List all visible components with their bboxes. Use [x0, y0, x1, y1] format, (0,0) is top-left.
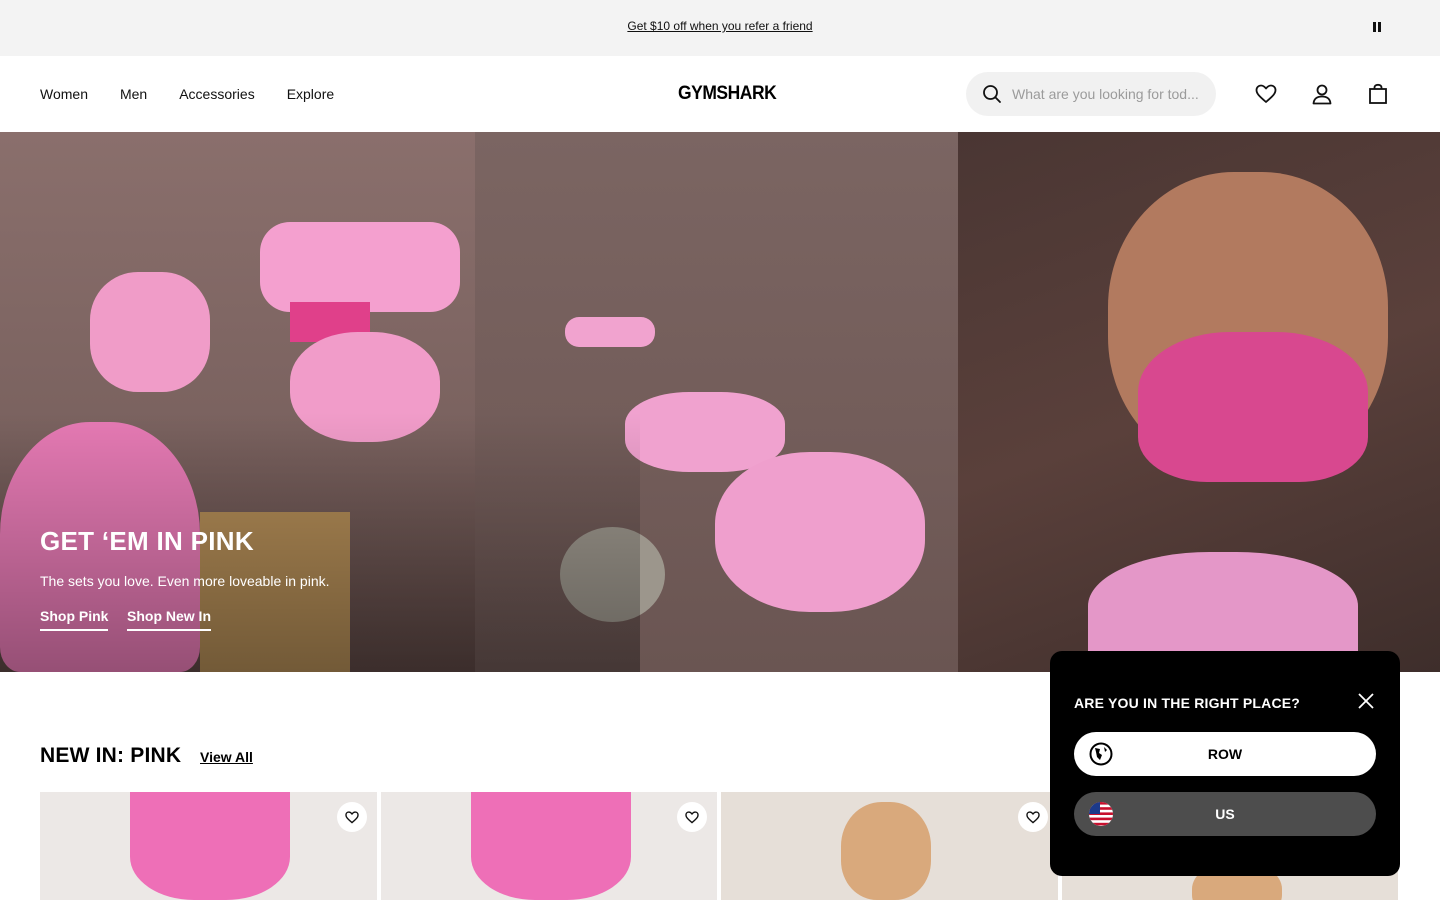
model3-shorts-shape	[715, 452, 925, 612]
product-image	[471, 792, 631, 900]
section-title: NEW IN: PINK	[40, 744, 182, 767]
model2-top-shape	[260, 222, 460, 312]
product-card[interactable]	[721, 792, 1058, 900]
hero-title: GET ‘EM IN PINK	[40, 526, 254, 556]
region-row-button[interactable]: ROW	[1074, 732, 1376, 776]
headband-shape	[565, 317, 655, 347]
product-card[interactable]	[40, 792, 377, 900]
model-top-shape	[90, 272, 210, 392]
wishlist-heart-icon[interactable]	[337, 802, 367, 832]
region-row-label: ROW	[1207, 746, 1243, 762]
region-popup: ARE YOU IN THE RIGHT PLACE? ROW US	[1050, 651, 1400, 876]
nav-item-women[interactable]: Women	[40, 86, 88, 102]
hero-banner[interactable]: GET ‘EM IN PINK The sets you love. Even …	[0, 132, 1440, 672]
search-icon	[983, 85, 1001, 103]
model3-bra-shape	[625, 392, 785, 472]
account-icon[interactable]	[1310, 82, 1334, 106]
search-bar[interactable]	[966, 72, 1216, 116]
nav-item-accessories[interactable]: Accessories	[179, 86, 254, 102]
refer-friend-link[interactable]: Get $10 off when you refer a friend	[627, 19, 812, 33]
us-flag-icon	[1089, 802, 1113, 826]
bag-icon[interactable]	[1366, 82, 1390, 106]
promo-bar: Get $10 off when you refer a friend	[0, 0, 1440, 56]
hero-image-right	[958, 132, 1440, 672]
product-card[interactable]	[381, 792, 717, 900]
region-us-label: US	[1215, 806, 1235, 822]
view-all-link[interactable]: View All	[200, 749, 253, 765]
product-image	[130, 792, 290, 900]
site-header: Women Men Accessories Explore GYMSHARK	[0, 56, 1440, 132]
pause-icon[interactable]	[1369, 19, 1385, 35]
nav-item-men[interactable]: Men	[120, 86, 147, 102]
region-us-button[interactable]: US	[1074, 792, 1376, 836]
nav-item-explore[interactable]: Explore	[287, 86, 334, 102]
shop-new-in-link[interactable]: Shop New In	[127, 608, 211, 631]
heart-icon[interactable]	[1254, 82, 1278, 106]
hero-subtitle: The sets you love. Even more loveable in…	[40, 573, 330, 589]
wishlist-heart-icon[interactable]	[1018, 802, 1048, 832]
promo-link-wrap: Get $10 off when you refer a friend	[0, 19, 1440, 33]
wishlist-heart-icon[interactable]	[677, 802, 707, 832]
product-image	[841, 802, 931, 900]
search-input[interactable]	[1012, 86, 1202, 102]
gymshark-logo[interactable]: GYMSHARK	[678, 83, 777, 105]
shop-pink-link[interactable]: Shop Pink	[40, 608, 109, 631]
close-icon[interactable]	[1356, 691, 1376, 711]
globe-icon	[1089, 742, 1113, 766]
popup-title: ARE YOU IN THE RIGHT PLACE?	[1074, 695, 1301, 711]
model4-bra-shape	[1138, 332, 1368, 482]
main-nav: Women Men Accessories Explore	[40, 56, 334, 132]
